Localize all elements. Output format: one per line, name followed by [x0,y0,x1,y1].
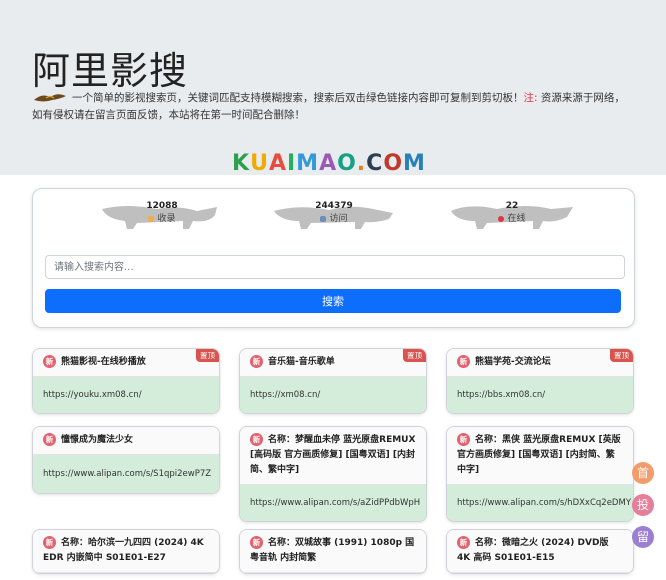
card-link[interactable]: https://www.alipan.com/s/S1qpi2ewP7Z [33,455,219,493]
stat-value: 12088 [146,201,178,211]
stat-value: 244379 [315,201,353,211]
card-title-text: 熊猫影视-在线秒播放 [61,357,146,367]
float-submit-button[interactable]: 投 [632,494,654,516]
resource-card[interactable]: 新熊猫学苑-交流论坛 置顶 https://bbs.xm08.cn/ [446,348,634,414]
card-title[interactable]: 新名称：梦醒血未停 蓝光原盘REMUX [高码版 官方画质修复] [国粤双语] … [240,427,426,485]
stat-label: 访问 [329,214,348,224]
resource-card[interactable]: 新名称：黑侠 蓝光原盘REMUX [英版 官方画质修复] [国粤双语] [内封简… [446,426,634,522]
card-link[interactable]: https://www.alipan.com/s/hDXxCq2eDMY [447,485,633,521]
stat-online: 22 在线 [447,201,577,231]
card-link[interactable]: https://bbs.xm08.cn/ [447,377,633,413]
float-message-button[interactable]: 留 [632,526,654,548]
card-title-text: 名称：微暗之火 (2024) DVD版 4K 高码 S01E01-E15 [457,538,609,563]
card-title-text: 名称：梦醒血未停 蓝光原盘REMUX [高码版 官方画质修复] [国粤双语] [… [250,435,416,475]
eye-icon [320,215,327,222]
card-link[interactable]: https://xm08.cn/ [240,377,426,413]
stat-visits: 244379 访问 [269,201,399,231]
card-link[interactable]: https://youku.xm08.cn/ [33,377,219,413]
brand-letter: I [286,151,297,176]
resource-card[interactable]: 新熊猫影视-在线秒播放 置顶 https://youku.xm08.cn/ [32,348,220,414]
card-title-text: 名称：双城故事 (1991) 1080p 国粤音轨 内封简繁 [250,538,415,563]
new-badge: 新 [43,355,56,368]
resource-card[interactable]: 新音乐猫-音乐歌单 置顶 https://xm08.cn/ [239,348,427,414]
card-title[interactable]: 新憧憬成为魔法少女 [33,427,219,455]
new-badge: 新 [250,433,263,446]
card-title[interactable]: 新熊猫学苑-交流论坛 [447,349,633,377]
new-badge: 新 [250,536,263,549]
card-title-text: 音乐猫-音乐歌单 [268,357,335,367]
brand-letter: K [232,151,251,176]
resource-card[interactable]: 新名称：微暗之火 (2024) DVD版 4K 高码 S01E01-E15 [446,529,634,574]
bird-logo-icon [34,94,66,102]
resource-card[interactable]: 新憧憬成为魔法少女 https://www.alipan.com/s/S1qpi… [32,426,220,494]
brand-letter: M [403,151,426,176]
card-title[interactable]: 新名称：微暗之火 (2024) DVD版 4K 高码 S01E01-E15 [447,530,633,573]
folder-icon [148,215,155,222]
intro-text: 一个简单的影视搜索页，关键词匹配支持模糊搜索，搜索后双击绿色链接内容即可复制到剪… [72,92,524,104]
card-title[interactable]: 新名称：双城故事 (1991) 1080p 国粤音轨 内封简繁 [240,530,426,573]
resource-card[interactable]: 新名称：哈尔滨一九四四 (2024) 4K EDR 内嵌简中 S01E01-E2… [32,529,220,574]
new-badge: 新 [457,355,470,368]
brand-letter: A [319,151,338,176]
brand-letter: U [250,151,269,176]
brand-letter: C [366,151,384,176]
pinned-ribbon: 置顶 [196,349,219,362]
site-intro: 一个简单的影视搜索页，关键词匹配支持模糊搜索，搜索后双击绿色链接内容即可复制到剪… [32,90,632,124]
note-label: 注: [523,92,538,104]
card-title[interactable]: 新名称：黑侠 蓝光原盘REMUX [英版 官方画质修复] [国粤双语] [内封简… [447,427,633,485]
search-input[interactable] [45,255,625,279]
resource-card[interactable]: 新名称：梦醒血未停 蓝光原盘REMUX [高码版 官方画质修复] [国粤双语] … [239,426,427,522]
new-badge: 新 [457,536,470,549]
stat-value: 22 [505,201,519,211]
pinned-ribbon: 置顶 [610,349,633,362]
card-title-text: 名称：黑侠 蓝光原盘REMUX [英版 官方画质修复] [国粤双语] [内封简、… [457,435,621,475]
resource-card[interactable]: 新名称：双城故事 (1991) 1080p 国粤音轨 内封简繁 [239,529,427,574]
hero-banner: 阿里影搜 一个简单的影视搜索页，关键词匹配支持模糊搜索，搜索后双击绿色链接内容即… [0,0,666,176]
stat-label: 在线 [507,214,526,224]
search-button[interactable]: 搜索 [45,289,621,313]
location-icon [498,215,505,222]
card-title-text: 名称：哈尔滨一九四四 (2024) 4K EDR 内嵌简中 S01E01-E27 [43,538,204,563]
card-title[interactable]: 新熊猫影视-在线秒播放 [33,349,219,377]
brand-logo: KUAIMAO.COM [232,151,426,176]
brand-letter: . [356,151,367,176]
card-title[interactable]: 新音乐猫-音乐歌单 [240,349,426,377]
new-badge: 新 [43,536,56,549]
brand-letter: O [383,151,404,176]
stats-search-panel: 12088 收录 244379 访问 22 在线 搜索 [32,188,635,328]
stat-indexed: 12088 收录 [97,201,227,231]
brand-letter: M [296,151,320,176]
card-title-text: 熊猫学苑-交流论坛 [475,357,551,367]
card-title[interactable]: 新名称：哈尔滨一九四四 (2024) 4K EDR 内嵌简中 S01E01-E2… [33,530,219,573]
site-title: 阿里影搜 [32,49,189,93]
stat-label: 收录 [157,214,176,224]
brand-letter: A [268,151,287,176]
brand-letter: O [337,151,357,176]
card-link[interactable]: https://www.alipan.com/s/aZidPPdbWpH [240,485,426,521]
new-badge: 新 [43,433,56,446]
card-title-text: 憧憬成为魔法少女 [61,435,134,445]
float-home-button[interactable]: 首 [632,462,654,484]
pinned-ribbon: 置顶 [403,349,426,362]
new-badge: 新 [457,433,470,446]
new-badge: 新 [250,355,263,368]
